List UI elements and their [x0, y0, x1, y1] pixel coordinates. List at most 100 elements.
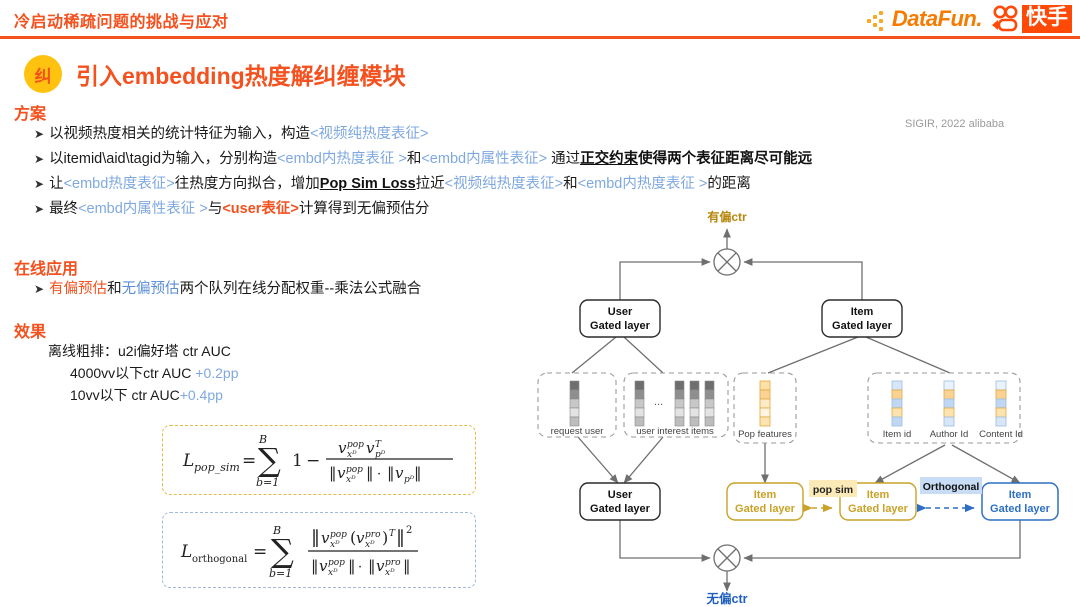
svg-text:‖: ‖ [368, 557, 376, 575]
svg-text:pop: pop [330, 530, 347, 540]
svg-text:pop sim: pop sim [813, 484, 853, 496]
svg-text:B: B [272, 524, 281, 537]
bullet-text-run: 往热度方向拟合，增加 [174, 176, 320, 192]
svg-text:−: − [306, 451, 320, 471]
svg-text:‖: ‖ [311, 557, 319, 575]
effect-line-text: 10vv以下 ctr AUC [70, 387, 180, 403]
bullet-text-run: <user表征> [222, 201, 299, 217]
svg-text:L: L [180, 542, 192, 562]
bullet-text-run: 使得两个表征距离尽可能远 [638, 151, 813, 167]
kuaishou-wordmark: 快手 [1022, 5, 1072, 33]
svg-text:pro: pro [365, 530, 381, 540]
section-title-plan: 方案 [14, 106, 47, 123]
source-citation: SIGIR, 2022 alibaba [905, 118, 1005, 130]
svg-text:‖: ‖ [311, 527, 320, 548]
svg-text:‖: ‖ [348, 557, 356, 575]
bullet-text-run: 拉近 [415, 176, 445, 192]
effect-line-text: 离线粗排：u2i偏好塔 ctr AUC [48, 343, 231, 359]
bullet-arrow-icon: ➤ [34, 202, 45, 216]
bullet-arrow-icon: ➤ [34, 127, 45, 141]
effect-line-text: 4000vv以下ctr AUC [70, 365, 196, 381]
svg-text:User: User [608, 489, 633, 501]
svg-text:v: v [337, 464, 346, 482]
bullet-text-run: <视频纯热度表征> [444, 176, 564, 192]
svg-text:·: · [377, 467, 381, 482]
effect-line-list: 离线粗排：u2i偏好塔 ctr AUC 4000vv以下ctr AUC +0.2p… [48, 340, 238, 406]
svg-text:‖: ‖ [403, 557, 411, 575]
svg-text:b=1: b=1 [269, 567, 292, 580]
svg-text:Gated layer: Gated layer [590, 503, 651, 515]
svg-text:=: = [253, 542, 267, 562]
svg-text:Gated layer: Gated layer [590, 320, 651, 332]
headline-badge: 纠 [24, 55, 62, 93]
svg-text:Gated layer: Gated layer [848, 503, 909, 515]
bullet-text-run: 与 [207, 201, 223, 217]
effect-line-0: 离线粗排：u2i偏好塔 ctr AUC [48, 340, 238, 362]
svg-text:user interest items: user interest items [636, 426, 714, 437]
svg-text:无偏ctr: 无偏ctr [706, 591, 748, 605]
svg-text:v: v [319, 557, 328, 575]
bullet-text-run: 两个队列在线分配权重--乘法公式融合 [179, 281, 422, 297]
svg-text:v: v [356, 529, 365, 547]
bullet-text-run: 计算得到无偏预估分 [298, 201, 430, 217]
svg-text:v: v [338, 439, 347, 457]
section-title-online: 在线应用 [14, 261, 79, 278]
svg-text:pop: pop [346, 465, 363, 475]
svg-text:B: B [258, 433, 267, 446]
svg-text:有偏ctr: 有偏ctr [707, 209, 747, 224]
svg-text:User: User [608, 306, 633, 318]
svg-text:Item: Item [851, 306, 874, 318]
architecture-diagram: ... request user user interest items Pop… [520, 205, 1080, 605]
svg-text:Gated layer: Gated layer [832, 320, 893, 332]
plan-bullet-0: ➤ 以视频热度相关的统计特征为输入，构造<视频纯热度表征> [34, 122, 812, 147]
svg-text:Item id: Item id [883, 429, 912, 440]
bullet-text-run: <embd内热度表征 > [277, 151, 407, 167]
svg-text:v: v [366, 439, 375, 457]
svg-text:v: v [376, 557, 385, 575]
bullet-text-run: 通过 [547, 151, 581, 167]
svg-text:∑: ∑ [271, 532, 294, 570]
svg-text:xᴰ: xᴰ [346, 475, 356, 485]
svg-text:): ) [382, 528, 388, 547]
effect-line-1: 4000vv以下ctr AUC +0.2pp [70, 362, 238, 384]
bullet-text-run: 以视频热度相关的统计特征为输入，构造 [49, 126, 311, 142]
svg-text:Item: Item [867, 489, 890, 501]
bullet-text-run: 无偏预估 [121, 281, 180, 297]
bullet-arrow-icon: ➤ [34, 152, 45, 166]
svg-text:‖: ‖ [329, 464, 337, 482]
effect-line-delta: +0.2pp [195, 365, 239, 381]
svg-text:v: v [321, 529, 330, 547]
plan-bullet-2: ➤ 让<embd热度表征>往热度方向拟合，增加Pop Sim Loss拉近<视频纯… [34, 172, 812, 197]
svg-text:‖: ‖ [414, 464, 422, 482]
svg-text:‖: ‖ [396, 527, 405, 548]
bullet-text-run: <embd内热度表征 > [577, 176, 708, 192]
bullet-text-run: 以itemid\aid\tagid为输入，分别构造 [49, 151, 278, 167]
svg-text:v: v [395, 464, 404, 482]
svg-text:∑: ∑ [258, 441, 281, 479]
headline: 纠 引入embedding热度解纠缠模块 [24, 55, 406, 93]
plan-bullet-1: ➤ 以itemid\aid\tagid为输入，分别构造<embd内热度表征 >和<… [34, 147, 812, 172]
formula-pop-sim: L pop_sim = ∑ B b=1 1 − v pop xᴰ v T pᴰ … [162, 425, 476, 495]
svg-text:2: 2 [406, 525, 412, 536]
svg-text:Content Id: Content Id [979, 429, 1023, 440]
svg-text:pop: pop [328, 558, 345, 568]
svg-text:1: 1 [292, 451, 303, 471]
svg-text:‖: ‖ [387, 464, 395, 482]
svg-text:Author Id: Author Id [930, 429, 969, 440]
section-title-effect: 效果 [14, 324, 47, 341]
svg-text:xᴰ: xᴰ [328, 568, 338, 578]
online-bullet-0: ➤ 有偏预估和无偏预估两个队列在线分配权重--乘法公式融合 [34, 277, 421, 302]
svg-text:L: L [182, 451, 194, 471]
svg-text:‖: ‖ [366, 464, 374, 482]
bullet-text-run: Pop Sim Loss [319, 176, 416, 192]
svg-text:=: = [242, 451, 256, 471]
svg-text:Orthogonal: Orthogonal [923, 481, 980, 493]
svg-text:T: T [375, 440, 382, 450]
datafun-logo: DataFun. [865, 6, 983, 32]
bullet-text-run: 最终 [49, 201, 79, 217]
online-bullet-list: ➤ 有偏预估和无偏预估两个队列在线分配权重--乘法公式融合 [34, 277, 421, 302]
bullet-arrow-icon: ➤ [34, 177, 45, 191]
kuaishou-camera-icon [990, 5, 1020, 33]
svg-text:xᴰ: xᴰ [385, 568, 395, 578]
bullet-text-run: 有偏预估 [49, 281, 108, 297]
